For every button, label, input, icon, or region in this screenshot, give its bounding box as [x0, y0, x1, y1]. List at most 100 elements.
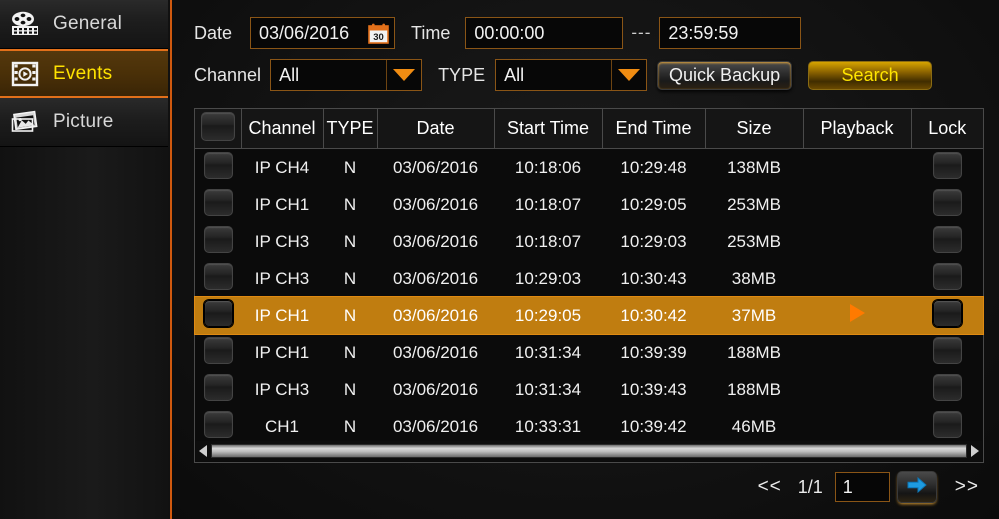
cell-date: 03/06/2016 — [392, 379, 479, 399]
page-count-label: 1/1 — [797, 476, 823, 497]
scrollbar-thumb[interactable] — [211, 444, 967, 458]
cell-date: 03/06/2016 — [377, 297, 494, 334]
cell-type: N — [343, 231, 357, 251]
row-checkbox[interactable] — [195, 297, 241, 334]
end-time-input[interactable]: 23:59:59 — [659, 17, 802, 49]
cell-lock[interactable] — [911, 371, 983, 408]
cell-playback[interactable] — [803, 371, 911, 408]
lock-checkbox[interactable] — [932, 188, 962, 216]
cell-end-time: 10:29:48 — [620, 157, 687, 177]
table-row[interactable]: IP CH3 N 03/06/2016 10:31:34 10:39:43 188MB — [195, 371, 983, 408]
scroll-right-icon[interactable] — [968, 445, 982, 457]
sidebar-item-events[interactable]: Events — [0, 49, 168, 98]
cell-channel: IP CH3 — [254, 231, 310, 251]
svg-text:30: 30 — [373, 32, 384, 43]
row-checkbox[interactable] — [195, 260, 241, 297]
cell-size: 188MB — [727, 379, 781, 399]
cell-lock[interactable] — [911, 260, 983, 297]
calendar-icon[interactable]: 30 — [368, 23, 389, 44]
cell-start-time: 10:29:05 — [494, 297, 602, 334]
scroll-left-icon[interactable] — [196, 445, 210, 457]
cell-lock[interactable] — [911, 297, 983, 334]
row-checkbox[interactable] — [203, 262, 233, 290]
header-playback[interactable]: Playback — [803, 109, 912, 149]
cell-playback[interactable] — [803, 186, 911, 223]
cell-playback[interactable] — [803, 260, 911, 297]
row-checkbox[interactable] — [195, 371, 241, 408]
chevron-down-icon[interactable] — [386, 60, 421, 90]
film-reel-icon — [10, 10, 40, 38]
cell-channel: IP CH1 — [254, 342, 310, 362]
cell-channel: IP CH1 — [241, 297, 323, 334]
start-time-value: 00:00:00 — [474, 22, 545, 43]
cell-playback[interactable] — [803, 408, 911, 445]
table-row[interactable]: IP CH1 N 03/06/2016 10:31:34 10:39:39 188MB — [195, 334, 983, 371]
cell-lock[interactable] — [911, 223, 983, 260]
cell-lock[interactable] — [911, 334, 983, 371]
search-button[interactable]: Search — [808, 60, 933, 90]
cell-size: 38MB — [731, 268, 777, 288]
table-row[interactable]: IP CH3 N 03/06/2016 10:29:03 10:30:43 38MB — [195, 260, 983, 297]
lock-checkbox[interactable] — [932, 336, 962, 364]
table-row[interactable]: IP CH4 N 03/06/2016 10:18:06 10:29:48 138MB — [195, 149, 983, 187]
lock-checkbox[interactable] — [932, 151, 962, 179]
sidebar-item-picture[interactable]: Picture — [0, 98, 168, 147]
row-checkbox[interactable] — [203, 225, 233, 253]
cell-playback[interactable] — [803, 334, 911, 371]
next-page-button[interactable]: >> — [955, 476, 979, 498]
table-row[interactable]: IP CH3 N 03/06/2016 10:18:07 10:29:03 253MB — [195, 223, 983, 260]
header-select-all[interactable] — [195, 109, 242, 149]
cell-lock[interactable] — [911, 149, 983, 187]
lock-checkbox[interactable] — [932, 410, 962, 438]
sidebar-item-label: Picture — [53, 111, 114, 132]
row-checkbox[interactable] — [195, 186, 241, 223]
row-checkbox[interactable] — [195, 334, 241, 371]
row-checkbox[interactable] — [195, 149, 241, 187]
row-checkbox[interactable] — [203, 151, 233, 179]
row-checkbox[interactable] — [203, 373, 233, 401]
table-row[interactable]: IP CH1 N 03/06/2016 10:29:05 10:30:42 37MB — [195, 297, 983, 334]
row-checkbox[interactable] — [203, 410, 233, 438]
sidebar-item-general[interactable]: General — [0, 0, 168, 49]
cell-playback[interactable] — [803, 297, 911, 334]
chevron-down-icon[interactable] — [611, 60, 646, 90]
row-checkbox[interactable] — [195, 408, 241, 445]
date-input[interactable]: 03/06/2016 30 — [250, 17, 396, 49]
header-lock[interactable]: Lock — [911, 109, 983, 149]
play-icon[interactable] — [849, 304, 865, 322]
row-checkbox[interactable] — [203, 188, 233, 216]
go-to-page-button[interactable] — [896, 471, 937, 503]
table-row[interactable]: IP CH1 N 03/06/2016 10:18:07 10:29:05 253MB — [195, 186, 983, 223]
start-time-input[interactable]: 00:00:00 — [465, 17, 624, 49]
lock-checkbox[interactable] — [932, 299, 962, 327]
header-type[interactable]: TYPE — [323, 109, 378, 149]
row-checkbox[interactable] — [195, 223, 241, 260]
cell-lock[interactable] — [911, 186, 983, 223]
header-date[interactable]: Date — [377, 109, 495, 149]
header-channel[interactable]: Channel — [241, 109, 324, 149]
type-select[interactable]: All — [495, 59, 648, 91]
date-label: Date — [194, 22, 233, 43]
channel-select[interactable]: All — [270, 59, 423, 91]
page-number-input[interactable]: 1 — [834, 472, 890, 502]
header-start-time[interactable]: Start Time — [494, 109, 603, 149]
cell-lock[interactable] — [911, 408, 983, 445]
cell-playback[interactable] — [803, 223, 911, 260]
table-row[interactable]: CH1 N 03/06/2016 10:33:31 10:39:42 46MB — [195, 408, 983, 445]
page-number-value: 1 — [842, 476, 853, 497]
header-end-time[interactable]: End Time — [602, 109, 706, 149]
select-all-checkbox[interactable] — [200, 111, 235, 141]
cell-start-time: 10:31:34 — [514, 379, 582, 399]
type-label: TYPE — [438, 64, 486, 85]
header-size[interactable]: Size — [705, 109, 804, 149]
row-checkbox[interactable] — [203, 299, 233, 327]
quick-backup-button[interactable]: Quick Backup — [657, 60, 793, 90]
form-row-date-time: Date 03/06/2016 30 Time 00:00:00 --- 23:… — [194, 16, 984, 50]
cell-playback[interactable] — [803, 149, 911, 187]
row-checkbox[interactable] — [203, 336, 233, 364]
lock-checkbox[interactable] — [932, 373, 962, 401]
prev-page-button[interactable]: << — [758, 476, 782, 498]
lock-checkbox[interactable] — [932, 262, 962, 290]
horizontal-scrollbar[interactable] — [196, 441, 982, 461]
lock-checkbox[interactable] — [932, 225, 962, 253]
